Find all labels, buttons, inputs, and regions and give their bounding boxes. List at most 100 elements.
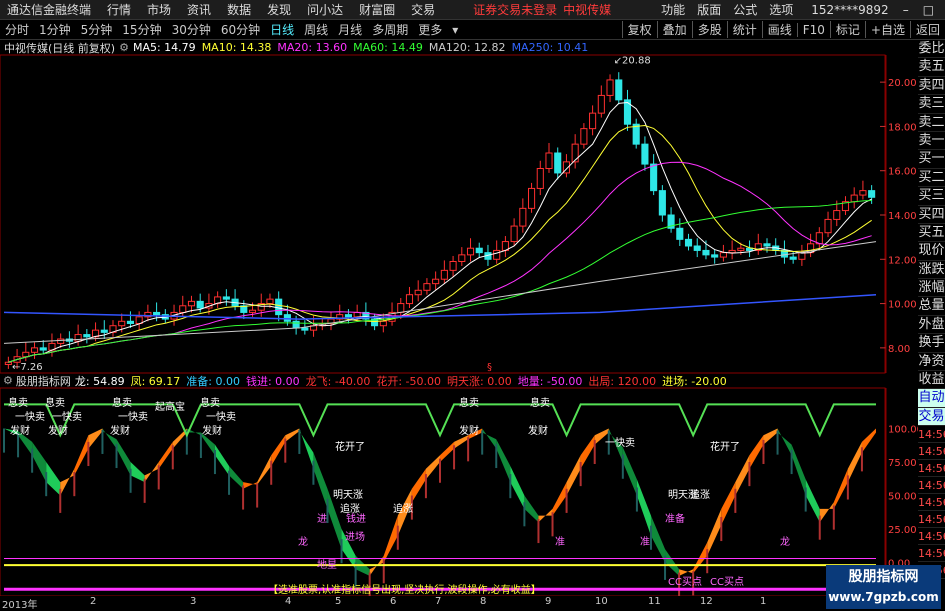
signal-label: 龙 (298, 535, 308, 548)
menu-news[interactable]: 资讯 (187, 1, 211, 18)
menu-ask[interactable]: 问小达 (307, 1, 343, 18)
period-monthly[interactable]: 月线 (333, 21, 367, 38)
tool-mark[interactable]: 标记 (829, 21, 865, 38)
candle-body (510, 225, 518, 243)
x-tick-label: 12 (700, 596, 713, 607)
period-30min[interactable]: 30分钟 (167, 21, 216, 38)
signal-label: 准备 (665, 512, 685, 525)
signal-label: 息卖 (45, 396, 65, 409)
x-tick-label: 3 (190, 596, 197, 607)
candle-body (118, 320, 126, 327)
x-tick-label: 11 (648, 596, 661, 607)
period-more[interactable]: 更多 (413, 21, 447, 38)
chevron-down-icon[interactable]: ▾ (447, 23, 463, 37)
y-tick-label: 20.00 (888, 78, 917, 89)
tool-f10[interactable]: F10 (796, 22, 830, 37)
signal-label: 进 (317, 513, 327, 525)
y-tick-label: 12.00 (888, 255, 917, 266)
right-quote-panel: 委比 卖五 卖四 卖三 卖二 卖一 买一 买二 买三 买四 买五 现价 涨跌 涨幅 总量 外盘 换手 净资 收益 自动… (918, 40, 945, 609)
candle-body (684, 238, 693, 247)
period-intraday[interactable]: 分时 (0, 21, 34, 38)
candle-body (589, 112, 597, 130)
tool-draw[interactable]: 画线 (761, 21, 797, 38)
signal-label: 进场 (345, 530, 365, 543)
minimize-button[interactable]: – (903, 3, 909, 17)
menu-quotes[interactable]: 行情 (107, 1, 131, 18)
main-chart-frame (0, 54, 886, 374)
signal-label: 息卖 (8, 396, 28, 409)
menu-formula[interactable]: 公式 (733, 1, 757, 18)
candle-body (440, 269, 448, 280)
main-candlestick-chart[interactable]: 8.00 10.00 12.00 14.00 16.00 18.00 20.00 ↙20.88… (0, 54, 917, 374)
signal-label: 一快卖 (605, 437, 635, 449)
period-weekly[interactable]: 周线 (299, 21, 333, 38)
right-panel-21: 14:56 (918, 426, 945, 444)
candle-body (711, 254, 719, 258)
period-daily[interactable]: 日线 (265, 21, 299, 38)
tool-adjust[interactable]: 复权 (621, 21, 657, 38)
y-tick-label: 8.00 (888, 344, 910, 355)
candle-body (676, 227, 684, 240)
signal-label: 一快卖 (206, 411, 236, 423)
x-tick-label: 1 (760, 596, 767, 607)
period-15min[interactable]: 15分钟 (117, 21, 166, 38)
candle-body (222, 296, 230, 300)
right-panel-20[interactable]: 交易 (918, 407, 945, 427)
tool-add-watch[interactable]: +自选 (864, 21, 910, 38)
candle-body (615, 79, 623, 101)
period-60min[interactable]: 60分钟 (216, 21, 265, 38)
menu-wealth[interactable]: 财富圈 (359, 1, 395, 18)
tool-back[interactable]: 返回 (909, 21, 945, 38)
tool-stats[interactable]: 统计 (726, 21, 762, 38)
candle-body (74, 334, 82, 342)
candle-body (292, 320, 300, 329)
y-tick-label: 10.00 (888, 300, 917, 311)
menu-function[interactable]: 功能 (661, 1, 685, 18)
candle-body (658, 190, 666, 216)
period-1min[interactable]: 1分钟 (34, 21, 76, 38)
x-tick-label: 2 (90, 596, 97, 607)
menu-discover[interactable]: 发现 (267, 1, 291, 18)
right-panel-3: 卖三 (918, 95, 945, 114)
menu-trade[interactable]: 交易 (411, 1, 435, 18)
menu-layout[interactable]: 版面 (697, 1, 721, 18)
candle-body (458, 254, 466, 263)
signal-label: 准 (555, 536, 565, 548)
candle-body (301, 327, 309, 331)
right-panel-8: 买三 (918, 187, 945, 206)
signal-label: 发财 (528, 424, 548, 437)
signal-label: 一快卖 (118, 411, 148, 423)
period-multi[interactable]: 多周期 (367, 21, 413, 38)
menu-options[interactable]: 选项 (769, 1, 793, 18)
sub-y-tick-label: 50.00 (888, 492, 917, 503)
candle-body (641, 143, 649, 165)
period-5min[interactable]: 5分钟 (76, 21, 118, 38)
right-panel-15: 外盘 (918, 316, 945, 335)
candle-body (100, 329, 108, 333)
candle-body (4, 361, 12, 365)
candle-body (414, 289, 422, 296)
tool-overlay[interactable]: 叠加 (656, 21, 692, 38)
maximize-button[interactable]: □ (923, 3, 934, 17)
x-tick-label: 4 (285, 596, 292, 607)
signal-label: 地星 (317, 558, 337, 571)
indicator-chart[interactable]: 100.0075.0050.0025.000.00息卖一快卖发财息卖一快卖发财息… (0, 387, 918, 596)
signal-label: 明天涨 (333, 489, 363, 501)
signal-label: 准 (640, 536, 650, 548)
right-panel-19[interactable]: 自动 (918, 389, 945, 408)
candle-body (187, 300, 196, 307)
low-price-label: ←7.26 (12, 362, 43, 373)
signal-label: 发财 (48, 424, 68, 437)
signal-label: 息卖 (200, 396, 220, 409)
signal-label: 发财 (10, 424, 30, 437)
account-name[interactable]: 152****9892 (811, 3, 888, 17)
right-panel-14: 总量 (918, 297, 945, 316)
menu-data[interactable]: 数据 (227, 1, 251, 18)
tool-multi-stock[interactable]: 多股 (691, 21, 727, 38)
y-tick-label: 14.00 (888, 211, 917, 222)
login-alert[interactable]: 证券交易未登录 (473, 1, 557, 18)
signal-label: 追涨 (690, 488, 710, 501)
signal-label: 花开了 (710, 440, 740, 453)
menu-market[interactable]: 市场 (147, 1, 171, 18)
chart-canvas[interactable]: 8.00 10.00 12.00 14.00 16.00 18.00 20.00 ↙20.88… (0, 40, 918, 596)
